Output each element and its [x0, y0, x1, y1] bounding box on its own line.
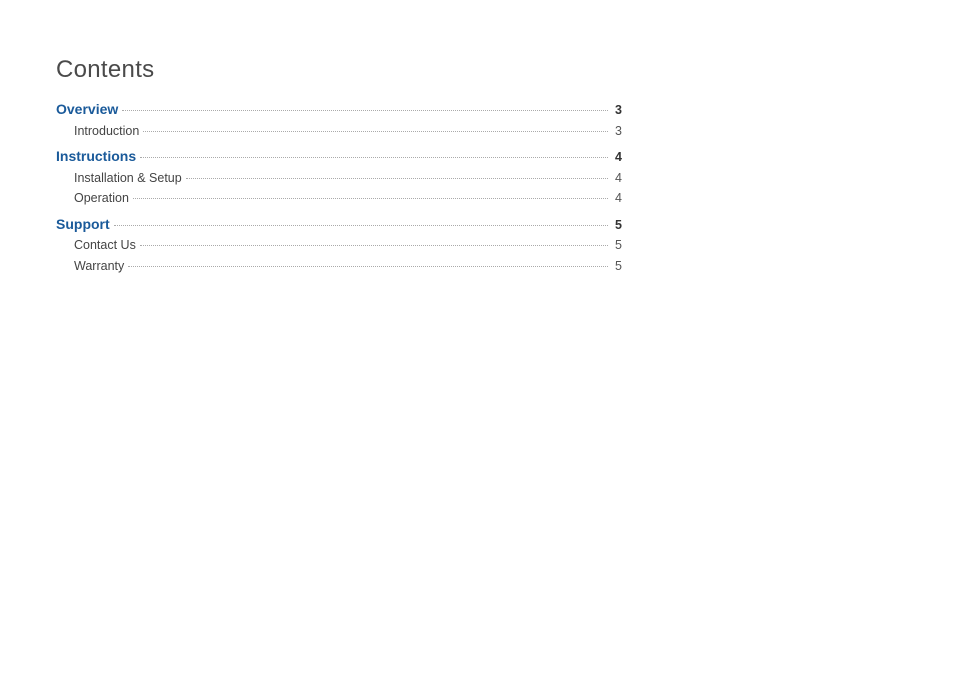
toc-item-page: 4: [612, 192, 622, 205]
toc-leader: [122, 109, 608, 111]
toc: Overview 3 Introduction 3 Instructions 4…: [56, 102, 622, 272]
toc-leader: [143, 130, 608, 132]
toc-leader: [133, 197, 608, 199]
toc-section-page: 4: [612, 151, 622, 164]
toc-item-introduction[interactable]: Introduction 3: [56, 125, 622, 138]
toc-item-label: Operation: [74, 192, 129, 205]
toc-leader: [140, 244, 608, 246]
toc-section-overview[interactable]: Overview 3: [56, 102, 622, 117]
toc-leader: [128, 265, 608, 267]
toc-item-page: 3: [612, 125, 622, 138]
toc-section-instructions[interactable]: Instructions 4: [56, 149, 622, 164]
toc-section-page: 3: [612, 104, 622, 117]
toc-leader: [186, 177, 608, 179]
toc-item-operation[interactable]: Operation 4: [56, 192, 622, 205]
toc-item-label: Contact Us: [74, 239, 136, 252]
toc-section-support[interactable]: Support 5: [56, 217, 622, 232]
toc-item-label: Installation & Setup: [74, 172, 182, 185]
toc-leader: [140, 156, 608, 158]
toc-item-installation-setup[interactable]: Installation & Setup 4: [56, 172, 622, 185]
page-title: Contents: [56, 56, 622, 84]
toc-item-warranty[interactable]: Warranty 5: [56, 260, 622, 273]
toc-section-page: 5: [612, 219, 622, 232]
toc-section-label: Support: [56, 217, 110, 231]
toc-leader: [114, 224, 608, 226]
toc-item-page: 4: [612, 172, 622, 185]
contents-page: Contents Overview 3 Introduction 3 Instr…: [0, 0, 682, 272]
toc-section-label: Instructions: [56, 149, 136, 163]
toc-item-page: 5: [612, 260, 622, 273]
toc-item-label: Introduction: [74, 125, 139, 138]
toc-item-label: Warranty: [74, 260, 124, 273]
toc-item-page: 5: [612, 239, 622, 252]
toc-section-label: Overview: [56, 102, 118, 116]
toc-item-contact-us[interactable]: Contact Us 5: [56, 239, 622, 252]
